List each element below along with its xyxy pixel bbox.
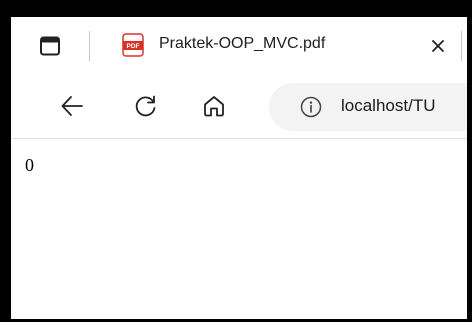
home-button[interactable]: [197, 89, 231, 123]
tab-divider: [89, 31, 90, 61]
page-output-text: 0: [25, 155, 34, 175]
home-icon: [204, 96, 224, 117]
url-text: localhost/TU: [341, 96, 436, 115]
address-bar[interactable]: localhost/TU: [269, 83, 467, 131]
browser-window: PDF Praktek-OOP_MVC.pdf localhost/TU 0: [11, 17, 467, 319]
navigation-toolbar: localhost/TU: [11, 75, 467, 139]
info-icon: [300, 96, 322, 118]
tab-actions-button[interactable]: [37, 33, 63, 59]
tab-title: Praktek-OOP_MVC.pdf: [159, 35, 326, 52]
tab-strip: PDF Praktek-OOP_MVC.pdf: [11, 17, 467, 75]
tab-pdf[interactable]: PDF Praktek-OOP_MVC.pdf: [109, 23, 461, 69]
page-content: 0: [11, 139, 467, 319]
refresh-icon: [135, 95, 156, 117]
close-icon: [432, 40, 444, 52]
back-arrow-icon: [61, 96, 83, 116]
refresh-button[interactable]: [129, 89, 163, 123]
svg-text:PDF: PDF: [127, 43, 140, 50]
back-button[interactable]: [55, 89, 89, 123]
tab-close-button[interactable]: [427, 35, 449, 57]
pdf-icon: PDF: [122, 33, 144, 57]
tab-actions-icon: [40, 36, 60, 56]
tab-divider-end: [461, 31, 462, 61]
